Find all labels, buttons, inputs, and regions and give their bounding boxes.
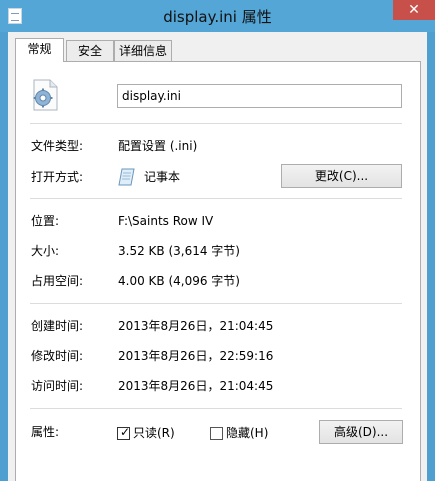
accessed-label: 访问时间: bbox=[31, 379, 84, 393]
hidden-label[interactable]: 隐藏(H) bbox=[226, 426, 268, 440]
accessed-value: 2013年8月26日，21:04:45 bbox=[118, 379, 274, 393]
divider bbox=[30, 198, 402, 199]
check-icon: ✓ bbox=[120, 425, 131, 439]
modified-value: 2013年8月26日，22:59:16 bbox=[118, 349, 274, 363]
readonly-label[interactable]: 只读(R) bbox=[133, 426, 175, 440]
divider bbox=[30, 303, 402, 304]
type-value: 配置设置 (.ini) bbox=[118, 139, 198, 153]
divider bbox=[30, 408, 402, 409]
window-title: display.ini 属性 bbox=[163, 8, 272, 26]
size-value: 3.52 KB (3,614 字节) bbox=[118, 244, 240, 258]
close-button[interactable]: ✕ bbox=[393, 0, 435, 20]
location-value: F:\Saints Row IV bbox=[118, 214, 214, 228]
created-value: 2013年8月26日，21:04:45 bbox=[118, 319, 274, 333]
attributes-label: 属性: bbox=[31, 425, 60, 439]
notepad-icon bbox=[118, 168, 135, 186]
location-label: 位置: bbox=[31, 214, 60, 228]
tab-general[interactable]: 常规 bbox=[15, 38, 64, 62]
title-bar: display.ini 属性 ✕ bbox=[0, 0, 435, 32]
created-label: 创建时间: bbox=[31, 319, 84, 333]
opens-with-value: 记事本 bbox=[144, 170, 181, 184]
general-panel bbox=[15, 61, 421, 481]
size-on-disk-value: 4.00 KB (4,096 字节) bbox=[118, 274, 240, 288]
size-on-disk-label: 占用空间: bbox=[31, 274, 84, 288]
change-button[interactable]: 更改(C)... bbox=[281, 164, 402, 188]
divider bbox=[30, 123, 402, 124]
settings-file-icon bbox=[33, 79, 58, 111]
type-label: 文件类型: bbox=[31, 139, 84, 153]
tab-details[interactable]: 详细信息 bbox=[114, 40, 172, 61]
tab-security[interactable]: 安全 bbox=[66, 40, 114, 61]
size-label: 大小: bbox=[31, 244, 60, 258]
hidden-checkbox[interactable] bbox=[210, 427, 223, 440]
readonly-checkbox[interactable]: ✓ bbox=[117, 425, 131, 440]
filename-field[interactable]: display.ini bbox=[117, 84, 402, 108]
modified-label: 修改时间: bbox=[31, 349, 84, 363]
advanced-button[interactable]: 高级(D)... bbox=[319, 420, 403, 444]
opens-with-label: 打开方式: bbox=[31, 170, 84, 184]
